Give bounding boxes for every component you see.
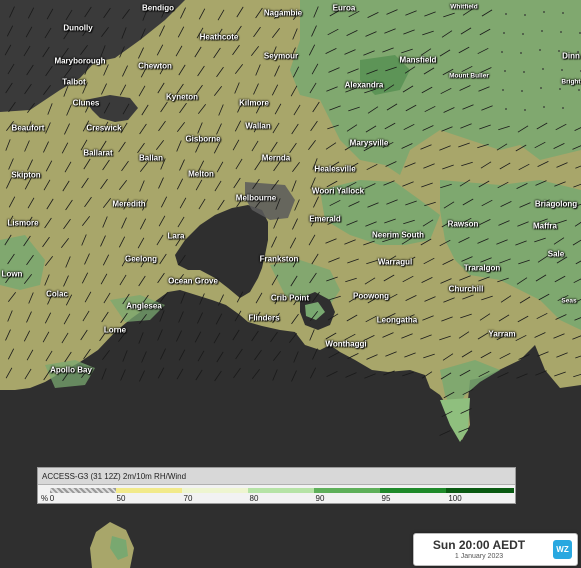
place-label: Lorne [103, 325, 127, 335]
place-label: Clunes [72, 98, 100, 108]
place-label: Seas [561, 297, 577, 305]
place-label: Talbot [62, 77, 86, 87]
place-label: Meredith [112, 199, 146, 209]
place-label: Neerim South [371, 230, 425, 240]
place-label: Alexandra [344, 80, 384, 90]
legend-color-bar [50, 488, 514, 493]
place-label: Ocean Grove [168, 276, 218, 286]
place-label: Heathcote [199, 32, 239, 42]
place-label: Bright [561, 78, 581, 86]
place-label: Maffra [532, 221, 558, 231]
place-label: Marysville [349, 138, 389, 148]
place-label: Kilmore [239, 98, 269, 108]
place-label: Wonthaggi [325, 339, 367, 349]
legend-band-unknown [50, 488, 116, 493]
place-label: Seymour [263, 51, 299, 61]
legend: ACCESS-G3 (31 12Z) 2m/10m RH/Wind % 0 50… [37, 467, 516, 504]
place-label: Nagambie [263, 8, 303, 18]
place-label: Anglesea [126, 301, 162, 311]
legend-tick: 100 [448, 494, 462, 503]
place-label: Traralgon [463, 263, 501, 273]
place-label: Melton [188, 169, 214, 179]
legend-band-70 [182, 488, 248, 493]
legend-tick: 50 [116, 494, 126, 503]
legend-unit: % [41, 494, 49, 503]
place-label: Lown [1, 269, 23, 279]
place-label: Frankston [259, 254, 299, 264]
place-label: Whitfield [450, 3, 478, 11]
legend-tick: 0 [49, 494, 55, 503]
place-label: Ballan [138, 153, 164, 163]
legend-band-80 [248, 488, 314, 493]
legend-band-90 [314, 488, 380, 493]
place-label: Yarram [488, 329, 516, 339]
place-label: Euroa [332, 3, 356, 13]
place-label: Dunolly [63, 23, 93, 33]
legend-band-100 [446, 488, 514, 493]
place-label: Melbourne [235, 193, 277, 203]
place-label: Chewton [138, 61, 172, 71]
weatherzone-logo: WZ [553, 540, 572, 559]
place-label: Churchill [448, 284, 484, 294]
place-label: Gisborne [185, 134, 221, 144]
forecast-date: 1 January 2023 [454, 553, 504, 560]
place-label: Rawson [447, 219, 479, 229]
legend-band-95 [380, 488, 446, 493]
legend-tick: 95 [381, 494, 391, 503]
place-label: Kyneton [166, 92, 198, 102]
legend-tick: 70 [183, 494, 193, 503]
place-label: Crib Point [270, 293, 310, 303]
place-label: Creswick [86, 123, 122, 133]
place-label: Flinders [248, 313, 280, 323]
place-label: Poowong [353, 291, 389, 301]
legend-tick: 90 [315, 494, 325, 503]
place-label: Sale [547, 249, 565, 259]
legend-band-50 [116, 488, 182, 493]
place-label: Mount Buller [449, 72, 489, 80]
place-label: Lara [167, 231, 185, 241]
place-label: Geelong [124, 254, 158, 264]
place-label: Lismore [7, 218, 39, 228]
place-label: Bendigo [142, 3, 174, 13]
place-label: Maryborough [54, 56, 106, 66]
place-label: Ballarat [83, 148, 113, 158]
place-label: Healesville [314, 164, 356, 174]
place-label: Emerald [309, 214, 341, 224]
forecast-time-panel: Sun 20:00 AEDT 1 January 2023 WZ [413, 533, 578, 566]
legend-title: ACCESS-G3 (31 12Z) 2m/10m RH/Wind [38, 468, 515, 485]
place-label: Apollo Bay [50, 365, 92, 375]
place-label: Colac [46, 289, 68, 299]
place-label: Woori Yallock [311, 186, 365, 196]
place-label: Mansfield [399, 55, 437, 65]
place-label: Warragul [377, 257, 413, 267]
place-label: Leongatha [376, 315, 418, 325]
legend-tick: 80 [249, 494, 259, 503]
place-label: Skipton [11, 170, 41, 180]
forecast-time: Sun 20:00 AEDT [432, 538, 526, 552]
place-label: Briagolong [534, 199, 578, 209]
place-label: Wallan [245, 121, 271, 131]
place-label: Beaufort [11, 123, 45, 133]
place-label: Dinn [562, 51, 580, 61]
place-label: Mernda [261, 153, 291, 163]
